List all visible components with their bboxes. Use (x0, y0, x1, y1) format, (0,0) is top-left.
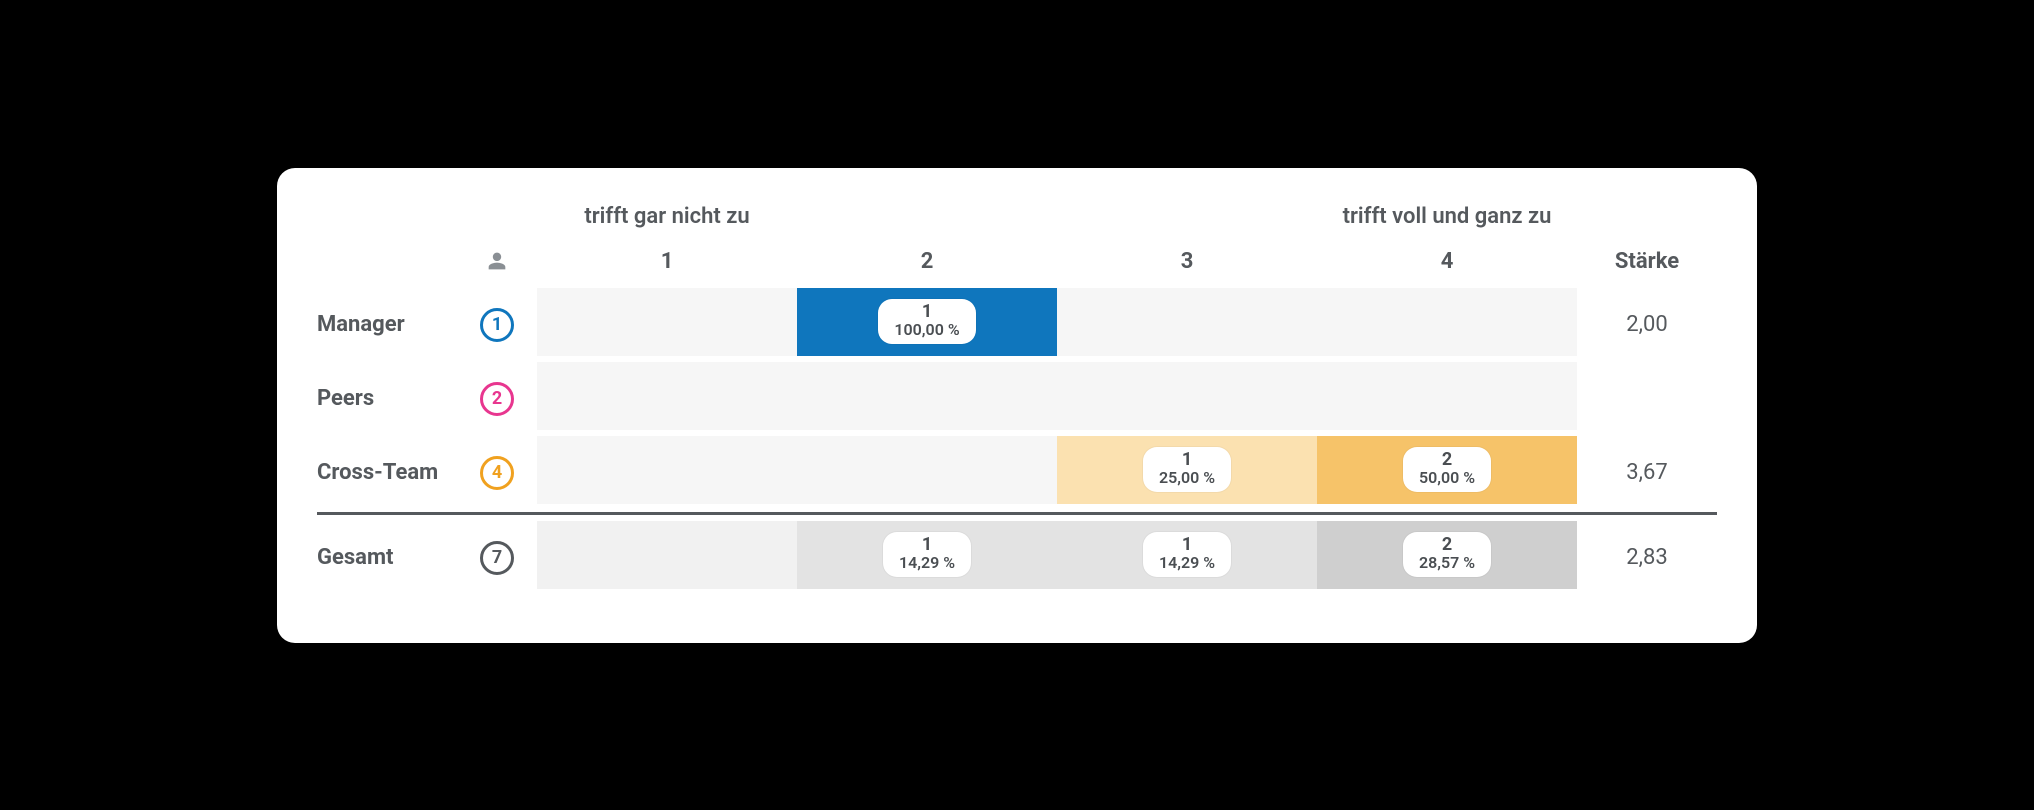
scale-low-label: trifft gar nicht zu (537, 204, 797, 229)
dist-cell-4: 250,00 % (1317, 436, 1577, 504)
dist-cell-4 (1317, 362, 1577, 430)
row-count-badge: 4 (457, 456, 537, 490)
value-count: 1 (1159, 451, 1215, 470)
value-percent: 25,00 % (1159, 470, 1215, 487)
value-count: 1 (894, 303, 959, 322)
dist-cell-3: 114,29 % (1057, 521, 1317, 589)
col-header-4: 4 (1317, 235, 1577, 288)
value-pill: 250,00 % (1403, 447, 1491, 493)
value-count: 1 (1159, 536, 1215, 555)
value-count: 2 (1419, 451, 1475, 470)
dist-cell-3 (1057, 288, 1317, 356)
value-percent: 28,57 % (1419, 555, 1475, 572)
dist-cell-2 (797, 436, 1057, 504)
dist-cell-1 (537, 362, 797, 430)
value-count: 1 (899, 536, 955, 555)
header-row: 1 2 3 4 Stärke (317, 235, 1717, 288)
dist-cell-4 (1317, 288, 1577, 356)
count-badge: 1 (480, 308, 514, 342)
count-badge: 4 (480, 456, 514, 490)
value-pill: 114,29 % (883, 532, 971, 578)
row-label: Gesamt (317, 533, 457, 582)
scale-label-row: trifft gar nicht zu trifft voll und ganz… (317, 204, 1717, 229)
col-header-1: 1 (537, 235, 797, 288)
row-count-badge: 1 (457, 308, 537, 342)
row-label: Peers (317, 374, 457, 423)
count-badge: 2 (480, 382, 514, 416)
dist-cell-1 (537, 436, 797, 504)
count-badge: 7 (480, 541, 514, 575)
strength-value: 3,67 (1577, 460, 1717, 485)
total-divider (317, 512, 1717, 515)
value-pill: 114,29 % (1143, 532, 1231, 578)
dist-cell-2: 114,29 % (797, 521, 1057, 589)
dist-cell-1 (537, 521, 797, 589)
dist-cell-2: 1100,00 % (797, 288, 1057, 356)
scale-high-label: trifft voll und ganz zu (1317, 204, 1577, 229)
dist-cell-3 (1057, 362, 1317, 430)
value-pill: 1100,00 % (878, 299, 975, 345)
feedback-distribution-card: trifft gar nicht zu trifft voll und ganz… (277, 168, 1757, 643)
value-percent: 50,00 % (1419, 470, 1475, 487)
strength-value: 2,83 (1577, 545, 1717, 570)
strength-value: 2,00 (1577, 312, 1717, 337)
dist-cell-2 (797, 362, 1057, 430)
value-percent: 14,29 % (899, 555, 955, 572)
value-pill: 125,00 % (1143, 447, 1231, 493)
row-label: Manager (317, 300, 457, 349)
person-icon (457, 251, 537, 272)
dist-cell-1 (537, 288, 797, 356)
value-pill: 228,57 % (1403, 532, 1491, 578)
value-count: 2 (1419, 536, 1475, 555)
value-percent: 14,29 % (1159, 555, 1215, 572)
dist-cell-4: 228,57 % (1317, 521, 1577, 589)
row-label: Cross-Team (317, 448, 457, 497)
rows-container: Manager11100,00 %2,00Peers2Cross-Team412… (317, 288, 1717, 595)
strength-header: Stärke (1577, 249, 1717, 274)
dist-cell-3: 125,00 % (1057, 436, 1317, 504)
row-count-badge: 7 (457, 541, 537, 575)
col-header-2: 2 (797, 235, 1057, 288)
col-header-3: 3 (1057, 235, 1317, 288)
row-count-badge: 2 (457, 382, 537, 416)
value-percent: 100,00 % (894, 322, 959, 339)
